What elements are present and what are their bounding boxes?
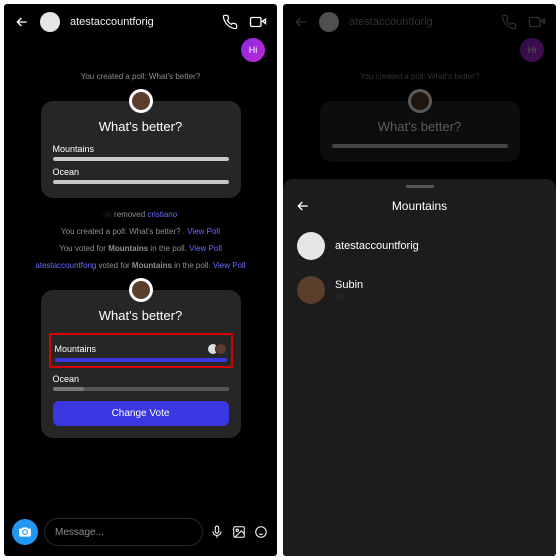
system-message: — removed cristiano: [4, 206, 277, 223]
call-icon: [500, 13, 518, 31]
chat-header: atestaccountforig: [4, 4, 277, 38]
message-composer: Message...: [4, 512, 277, 556]
poll-option-label: Mountains: [53, 144, 229, 154]
poll-question: What's better?: [53, 308, 229, 323]
poll-option[interactable]: Mountains: [53, 144, 229, 161]
camera-button[interactable]: [12, 519, 38, 545]
view-poll-link[interactable]: View Poll: [189, 244, 222, 253]
chat-username[interactable]: atestaccountforig: [70, 16, 211, 28]
chat-username: atestaccountforig: [349, 16, 490, 28]
change-vote-button[interactable]: Change Vote: [53, 401, 229, 426]
sticker-icon[interactable]: [253, 524, 269, 540]
hi-badge: Hi: [520, 38, 544, 62]
poll-option[interactable]: Mountains: [55, 343, 227, 362]
voter-name: Subin: [335, 279, 363, 291]
mic-icon[interactable]: [209, 524, 225, 540]
system-message: You created a poll: What's better? . Vie…: [4, 223, 277, 240]
system-message: You voted for Mountains in the poll. Vie…: [4, 240, 277, 257]
chat-header: atestaccountforig: [283, 4, 556, 38]
avatar: [319, 12, 339, 32]
system-message: You created a poll: What's better?: [283, 68, 556, 85]
poll-option-label: Ocean: [53, 374, 229, 384]
gallery-icon[interactable]: [231, 524, 247, 540]
poll-card: What's better? Mountains Ocean: [4, 85, 277, 206]
voter-row[interactable]: atestaccountforig: [283, 224, 556, 268]
view-poll-link[interactable]: View Poll: [213, 261, 246, 270]
poll-creator-avatar: [129, 89, 153, 113]
hi-badge: Hi: [241, 38, 265, 62]
poll-card-voted: What's better? Mountains Ocean Change Vo…: [4, 274, 277, 446]
poll-option[interactable]: Ocean: [53, 167, 229, 184]
poll-creator-avatar: [129, 278, 153, 302]
poll-voters[interactable]: [207, 343, 227, 355]
sheet-title: Mountains: [295, 199, 544, 213]
back-icon[interactable]: [14, 14, 30, 30]
video-icon: [528, 13, 546, 31]
voter-name: atestaccountforig: [335, 240, 419, 252]
system-message: atestaccountforig voted for Mountains in…: [4, 257, 277, 274]
left-screenshot: atestaccountforig Hi You created a poll:…: [4, 4, 277, 556]
highlight-annotation: Mountains: [49, 333, 233, 368]
poll-option-label: Mountains: [55, 344, 97, 354]
voter-avatar: [297, 232, 325, 260]
view-poll-link[interactable]: View Poll: [187, 227, 220, 236]
poll-option[interactable]: Ocean: [53, 374, 229, 391]
poll-card: What's better?: [283, 85, 556, 170]
video-icon[interactable]: [249, 13, 267, 31]
system-message: You created a poll: What's better?: [4, 68, 277, 85]
avatar[interactable]: [40, 12, 60, 32]
voter-row[interactable]: Subin —: [283, 268, 556, 312]
voter-avatar: [297, 276, 325, 304]
call-icon[interactable]: [221, 13, 239, 31]
poll-question: What's better?: [53, 119, 229, 134]
right-screenshot: atestaccountforig Hi You created a poll:…: [283, 4, 556, 556]
back-icon: [293, 14, 309, 30]
message-input[interactable]: Message...: [44, 518, 203, 546]
voter-subtitle: —: [335, 291, 363, 301]
poll-option-label: Ocean: [53, 167, 229, 177]
voters-sheet: Mountains atestaccountforig Subin —: [283, 179, 556, 556]
poll-question: What's better?: [332, 119, 508, 134]
